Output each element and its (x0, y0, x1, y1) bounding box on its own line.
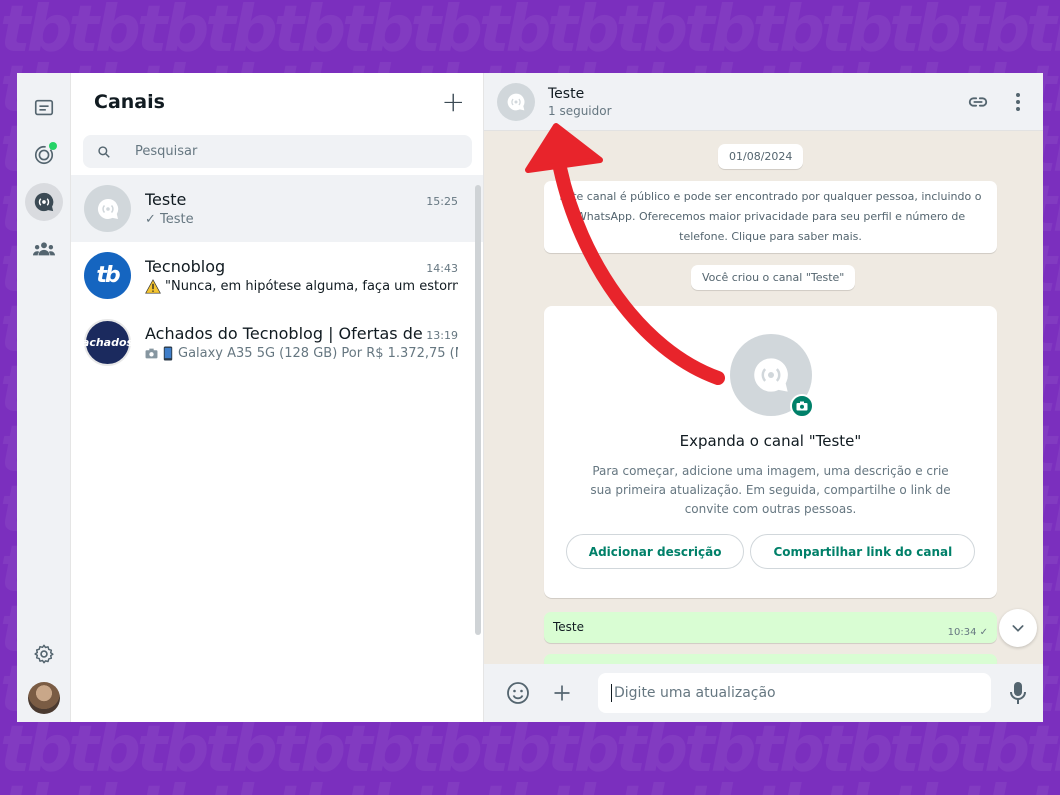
list-item[interactable]: Teste 15:25 ✓ Teste (71, 175, 483, 242)
nav-rail (17, 73, 71, 722)
card-title: Expanda o canal "Teste" (679, 432, 862, 450)
chats-button[interactable] (25, 89, 63, 127)
channel-placeholder-icon (507, 93, 525, 110)
add-photo-button[interactable] (789, 394, 814, 418)
link-icon[interactable] (967, 91, 989, 113)
search-placeholder: Pesquisar (135, 144, 198, 159)
channel-placeholder-icon (97, 198, 118, 219)
item-name: Teste (145, 190, 187, 209)
update-input[interactable]: Digite uma atualização (598, 673, 991, 713)
list-item[interactable]: achados Achados do Tecnoblog | Ofertas d… (71, 309, 483, 376)
item-last-message: Galaxy A35 5G (128 GB) Por R$ 1.372,75 (… (178, 346, 458, 361)
outgoing-message[interactable]: Teste 10:34 ✓ (544, 612, 997, 643)
camera-icon (796, 401, 807, 411)
channel-placeholder-icon (753, 358, 788, 392)
status-button[interactable] (25, 136, 63, 174)
item-name: Tecnoblog (145, 257, 226, 276)
search-input[interactable]: Pesquisar (83, 135, 472, 168)
emoji-icon[interactable] (506, 681, 530, 705)
phone-icon (163, 346, 173, 361)
unread-dot (48, 142, 57, 150)
channel-avatar (84, 185, 131, 232)
composer: Digite uma atualização (484, 664, 1043, 722)
expand-channel-card: Expanda o canal "Teste" Para começar, ad… (544, 306, 997, 598)
warning-icon (145, 279, 161, 294)
outgoing-message[interactable] (544, 654, 997, 664)
attach-plus-icon[interactable] (552, 683, 572, 703)
follower-count: 1 seguidor (548, 103, 612, 118)
list-scrollbar[interactable] (475, 185, 481, 635)
list-item[interactable]: tb Tecnoblog 14:43 "Nunca, em hipótese a… (71, 242, 483, 309)
chevron-down-icon (1012, 625, 1024, 632)
created-notice: Você criou o canal "Teste" (691, 265, 856, 290)
channel-avatar[interactable] (497, 82, 535, 121)
item-last-message: ✓ Teste (145, 212, 194, 227)
microphone-icon[interactable] (1009, 681, 1027, 705)
whatsapp-window: Canais + Pesquisar Teste 15:25 ✓ Teste t… (17, 73, 1043, 722)
camera-icon (145, 348, 158, 359)
search-icon (98, 145, 110, 158)
tecnoblog-logo: tb (84, 252, 131, 299)
chat-panel: Teste 1 seguidor 01/08/2024 Este canal é… (484, 73, 1043, 722)
card-description: Para começar, adicione uma imagem, uma d… (590, 464, 951, 516)
message-area: 01/08/2024 Este canal é público e pode s… (484, 131, 1043, 664)
settings-button[interactable] (25, 635, 63, 673)
settings-icon (34, 644, 54, 664)
communities-icon (32, 242, 55, 256)
menu-icon[interactable] (1015, 92, 1021, 112)
scroll-down-button[interactable] (999, 609, 1037, 647)
message-time: 10:34 ✓ (947, 627, 988, 638)
item-name: Achados do Tecnoblog | Ofertas de t... (145, 324, 427, 343)
channels-button[interactable] (24, 183, 63, 221)
channel-name: Teste (548, 85, 585, 102)
share-link-button[interactable]: Compartilhar link do canal (750, 534, 976, 569)
panel-title: Canais (94, 91, 165, 113)
channel-list-panel: Canais + Pesquisar Teste 15:25 ✓ Teste t… (71, 73, 484, 722)
new-channel-button[interactable]: + (442, 88, 465, 116)
card-avatar[interactable] (729, 334, 814, 418)
item-time: 13:19 (426, 329, 458, 342)
achados-logo: achados (82, 319, 133, 366)
item-time: 15:25 (426, 195, 458, 208)
chats-icon (34, 99, 53, 116)
communities-button[interactable] (25, 230, 63, 268)
item-last-message: "Nunca, em hipótese alguma, faça um esto… (165, 279, 458, 294)
chat-header[interactable]: Teste 1 seguidor (484, 73, 1043, 131)
privacy-notice[interactable]: Este canal é público e pode ser encontra… (544, 181, 997, 253)
add-description-button[interactable]: Adicionar descrição (565, 534, 745, 569)
profile-avatar[interactable] (28, 682, 60, 714)
date-chip: 01/08/2024 (718, 144, 804, 169)
channels-icon (34, 192, 53, 212)
message-text: Teste (553, 620, 585, 634)
item-time: 14:43 (426, 262, 458, 275)
text-caret (611, 684, 612, 702)
input-placeholder: Digite uma atualização (614, 685, 776, 701)
